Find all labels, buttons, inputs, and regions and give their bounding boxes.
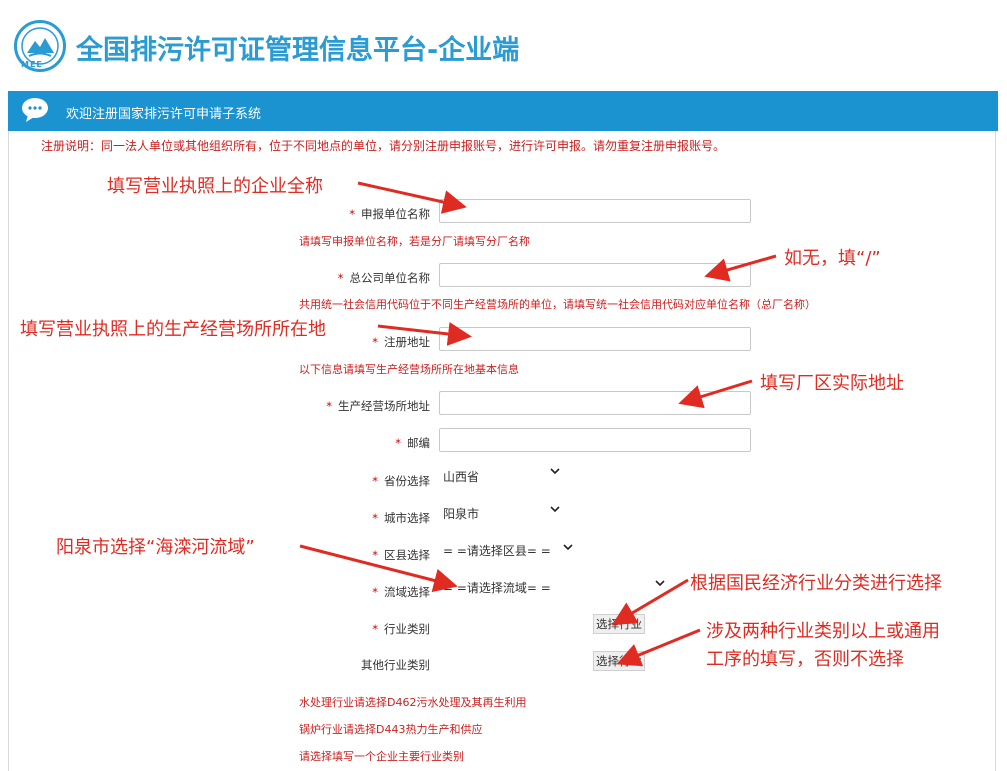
arrow-line bbox=[357, 181, 467, 214]
annotation-text: 阳泉市选择“海滦河流域” bbox=[56, 537, 255, 558]
arrow-line bbox=[678, 379, 753, 409]
arrow-line bbox=[616, 628, 701, 667]
annotation-text: 工序的填写，否则不选择 bbox=[706, 649, 904, 670]
arrow-line bbox=[704, 254, 777, 282]
annotation-text: 如无，填“/” bbox=[784, 248, 881, 269]
arrow-line bbox=[299, 544, 458, 593]
arrow-line bbox=[377, 322, 472, 346]
annotation-text: 根据国民经济行业分类进行选择 bbox=[690, 573, 942, 594]
annotation-text: 填写营业执照上的企业全称 bbox=[107, 176, 323, 197]
annotation-text: 填写营业执照上的生产经营场所所在地 bbox=[20, 319, 326, 340]
arrow-line bbox=[611, 578, 689, 626]
annotation-text: 涉及两种行业类别以上或通用 bbox=[706, 621, 940, 642]
annotation-text: 填写厂区实际地址 bbox=[760, 373, 904, 394]
